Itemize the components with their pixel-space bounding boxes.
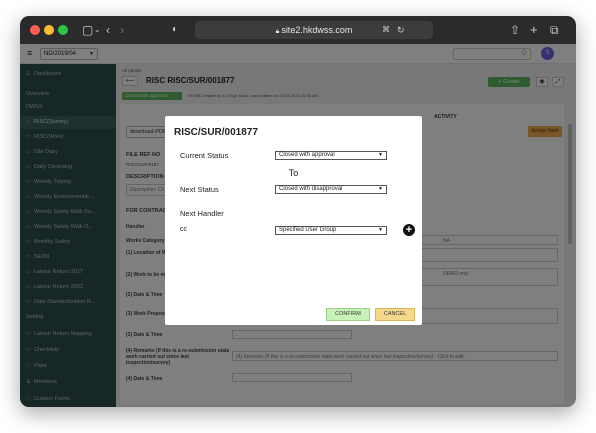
- cc-value: Specified User Group: [279, 227, 337, 233]
- translate-icon[interactable]: ⌘: [382, 22, 390, 38]
- caret-down-icon: ▼: [378, 152, 383, 158]
- share-icon[interactable]: ⇧: [510, 22, 520, 38]
- current-status-value: Closed with approval: [279, 152, 335, 158]
- zoom-window-button[interactable]: [58, 25, 68, 35]
- chevron-down-icon[interactable]: ⌄: [94, 22, 101, 38]
- confirm-button[interactable]: CONFIRM: [326, 308, 370, 321]
- tabs-overview-icon[interactable]: ⧉: [550, 22, 559, 38]
- browser-titlebar: ▢ ⌄ ‹ › ◐ 🔒︎ site2.hkdwss.com ⌘ ↻ ⇧ + ⧉: [20, 16, 576, 44]
- current-status-label: Current Status: [180, 151, 229, 160]
- sidebar-toggle-icon[interactable]: ▢: [82, 22, 93, 38]
- back-icon[interactable]: ‹: [106, 22, 110, 38]
- browser-window: ▢ ⌄ ‹ › ◐ 🔒︎ site2.hkdwss.com ⌘ ↻ ⇧ + ⧉ …: [20, 16, 576, 407]
- minimize-window-button[interactable]: [44, 25, 54, 35]
- shield-icon[interactable]: ◐: [172, 22, 178, 38]
- dialog-title: RISC/SUR/001877: [174, 127, 258, 138]
- new-tab-icon[interactable]: +: [530, 22, 538, 38]
- status-change-dialog: RISC/SUR/001877 Current Status Closed wi…: [165, 116, 422, 325]
- cc-label: cc: [180, 226, 187, 233]
- current-status-select[interactable]: Closed with approval ▼: [275, 151, 387, 160]
- cancel-button[interactable]: CANCEL: [375, 308, 415, 321]
- cc-select[interactable]: Specified User Group ▼: [275, 226, 387, 235]
- next-status-select[interactable]: Closed with disapproval ▼: [275, 185, 387, 194]
- next-handler-label: Next Handler: [180, 209, 224, 218]
- reload-icon[interactable]: ↻: [397, 22, 405, 38]
- caret-down-icon: ▼: [378, 227, 383, 233]
- add-cc-icon[interactable]: +: [403, 224, 415, 236]
- close-window-button[interactable]: [30, 25, 40, 35]
- next-status-label: Next Status: [180, 185, 219, 194]
- caret-down-icon: ▼: [378, 186, 383, 192]
- url-text: site2.hkdwss.com: [281, 25, 353, 35]
- forward-icon[interactable]: ›: [120, 22, 124, 38]
- to-label: To: [288, 168, 299, 178]
- next-status-value: Closed with disapproval: [279, 186, 343, 192]
